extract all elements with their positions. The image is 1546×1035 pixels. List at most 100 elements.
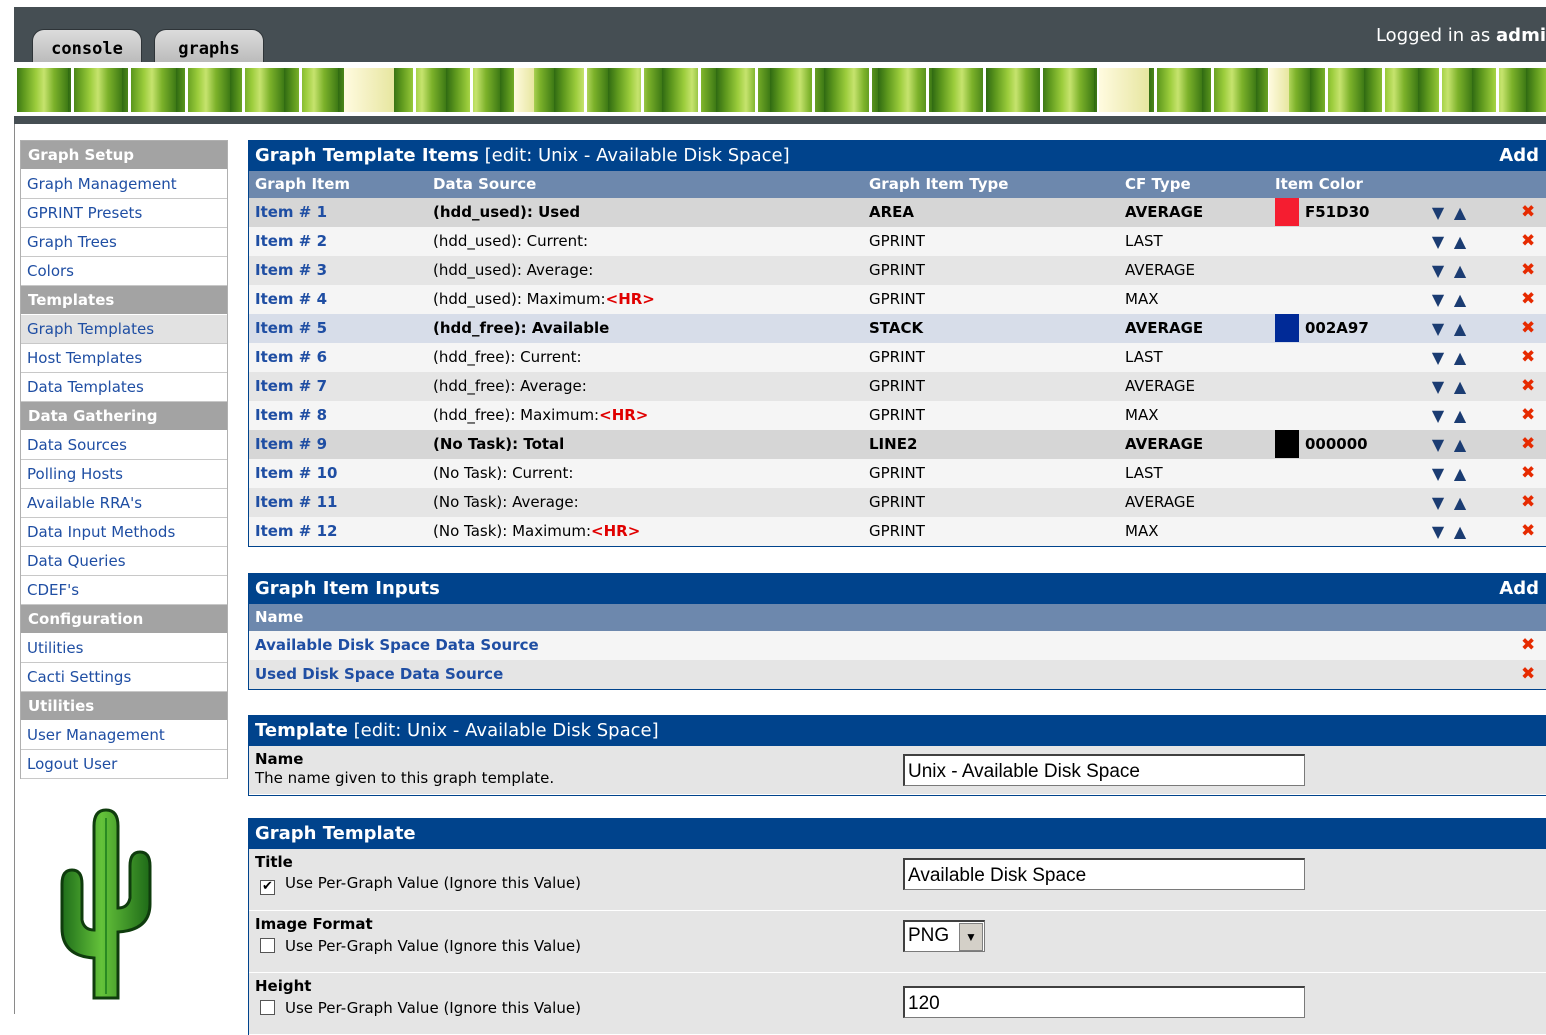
item-link[interactable]: Item # 3 [255, 256, 327, 285]
sidebar-item-available-rra-s[interactable]: Available RRA's [21, 489, 227, 518]
sidebar-item-graph-trees[interactable]: Graph Trees [21, 228, 227, 257]
arrow-down-icon[interactable]: ▼ [1427, 430, 1449, 459]
data-source-cell: (hdd_used): Used [433, 198, 580, 227]
tab-graphs[interactable]: graphs [154, 29, 264, 65]
arrow-down-icon[interactable]: ▼ [1427, 459, 1449, 488]
sidebar-item-data-templates[interactable]: Data Templates [21, 373, 227, 402]
input-link[interactable]: Available Disk Space Data Source [255, 636, 539, 654]
arrow-down-icon[interactable]: ▼ [1427, 256, 1449, 285]
delete-x-icon[interactable]: ✖ [1521, 227, 1535, 256]
per-graph-checkbox[interactable]: ✔ [260, 880, 275, 895]
sidebar-item-cacti-settings[interactable]: Cacti Settings [21, 663, 227, 692]
item-link[interactable]: Item # 10 [255, 459, 337, 488]
color-hex: 000000 [1305, 435, 1368, 453]
arrow-up-icon[interactable]: ▲ [1449, 314, 1471, 343]
item-link[interactable]: Item # 2 [255, 227, 327, 256]
arrow-down-icon[interactable]: ▼ [1427, 198, 1449, 227]
item-link[interactable]: Item # 11 [255, 488, 337, 517]
arrow-up-icon[interactable]: ▲ [1449, 401, 1471, 430]
delete-x-icon[interactable]: ✖ [1521, 660, 1535, 689]
cf-type-cell: AVERAGE [1125, 319, 1204, 337]
delete-x-icon[interactable]: ✖ [1521, 430, 1535, 459]
table-row: Item # 8 (hdd_free): Maximum:<HR> GPRINT MA… [249, 401, 1546, 430]
add-input-link[interactable]: Add [1499, 574, 1539, 604]
sidebar-section-data-gathering: Data Gathering [21, 402, 227, 431]
sidebar-item-polling-hosts[interactable]: Polling Hosts [21, 460, 227, 489]
arrow-up-icon[interactable]: ▲ [1449, 459, 1471, 488]
arrow-up-icon[interactable]: ▲ [1449, 285, 1471, 314]
sidebar-item-graph-management[interactable]: Graph Management [21, 170, 227, 199]
arrow-up-icon[interactable]: ▲ [1449, 256, 1471, 285]
item-link[interactable]: Item # 6 [255, 343, 327, 372]
input-link[interactable]: Used Disk Space Data Source [255, 665, 503, 683]
panel-subtitle: [edit: Unix - Available Disk Space] [353, 720, 659, 741]
field-input[interactable]: 120 [903, 986, 1305, 1018]
sidebar-item-cdef-s[interactable]: CDEF's [21, 576, 227, 605]
item-link[interactable]: Item # 1 [255, 198, 327, 227]
delete-x-icon[interactable]: ✖ [1521, 517, 1535, 546]
template-name-input[interactable]: Unix - Available Disk Space [903, 754, 1305, 786]
field-input[interactable]: Available Disk Space [903, 858, 1305, 890]
sidebar-item-data-queries[interactable]: Data Queries [21, 547, 227, 576]
cf-type-cell: MAX [1125, 522, 1159, 540]
delete-x-icon[interactable]: ✖ [1521, 401, 1535, 430]
delete-x-icon[interactable]: ✖ [1521, 372, 1535, 401]
sidebar-item-gprint-presets[interactable]: GPRINT Presets [21, 199, 227, 228]
per-graph-checkbox[interactable] [260, 938, 275, 953]
data-source-text: (No Task): Average: [433, 493, 579, 511]
sidebar-item-data-sources[interactable]: Data Sources [21, 431, 227, 460]
delete-x-icon[interactable]: ✖ [1521, 459, 1535, 488]
data-source-text: (hdd_free): Average: [433, 377, 587, 395]
arrow-down-icon[interactable]: ▼ [1427, 343, 1449, 372]
delete-x-icon[interactable]: ✖ [1521, 343, 1535, 372]
sidebar-item-utilities[interactable]: Utilities [21, 634, 227, 663]
delete-x-icon[interactable]: ✖ [1521, 256, 1535, 285]
arrow-down-icon[interactable]: ▼ [1427, 401, 1449, 430]
add-item-link[interactable]: Add [1499, 141, 1539, 171]
delete-x-icon[interactable]: ✖ [1521, 198, 1535, 227]
template-panel: Template [edit: Unix - Available Disk Sp… [248, 715, 1546, 796]
arrow-down-icon[interactable]: ▼ [1427, 517, 1449, 546]
item-link[interactable]: Item # 5 [255, 314, 327, 343]
sidebar-item-host-templates[interactable]: Host Templates [21, 344, 227, 373]
chevron-down-icon[interactable]: ▼ [959, 923, 983, 951]
item-link[interactable]: Item # 7 [255, 372, 327, 401]
item-link[interactable]: Item # 12 [255, 517, 337, 546]
graph-template-fields: Title ✔ Use Per-Graph Value (Ignore this V… [249, 849, 1546, 1035]
delete-x-icon[interactable]: ✖ [1521, 285, 1535, 314]
inputs-column-header: Name [249, 604, 1546, 631]
item-link[interactable]: Item # 4 [255, 285, 327, 314]
delete-x-icon[interactable]: ✖ [1521, 631, 1535, 660]
item-link[interactable]: Item # 8 [255, 401, 327, 430]
arrow-down-icon[interactable]: ▼ [1427, 372, 1449, 401]
arrow-up-icon[interactable]: ▲ [1449, 517, 1471, 546]
cf-type-cell: LAST [1125, 348, 1163, 366]
arrow-down-icon[interactable]: ▼ [1427, 314, 1449, 343]
per-graph-option: ✔ Use Per-Graph Value (Ignore this Value) [260, 874, 581, 895]
arrow-up-icon[interactable]: ▲ [1449, 430, 1471, 459]
arrow-down-icon[interactable]: ▼ [1427, 227, 1449, 256]
arrow-up-icon[interactable]: ▲ [1449, 488, 1471, 517]
sidebar-item-colors[interactable]: Colors [21, 257, 227, 286]
arrow-up-icon[interactable]: ▲ [1449, 372, 1471, 401]
arrow-up-icon[interactable]: ▲ [1449, 227, 1471, 256]
arrow-down-icon[interactable]: ▼ [1427, 488, 1449, 517]
sidebar-item-data-input-methods[interactable]: Data Input Methods [21, 518, 227, 547]
per-graph-checkbox[interactable] [260, 1000, 275, 1015]
color-hex: F51D30 [1305, 203, 1370, 221]
item-link[interactable]: Item # 9 [255, 430, 327, 459]
tab-console[interactable]: console [32, 29, 142, 65]
banner-highlight [514, 68, 534, 112]
sidebar-item-graph-templates[interactable]: Graph Templates [21, 315, 227, 344]
delete-x-icon[interactable]: ✖ [1521, 488, 1535, 517]
sidebar-item-user-management[interactable]: User Management [21, 721, 227, 750]
image-format-select[interactable]: PNG ▼ [903, 920, 985, 952]
arrow-down-icon[interactable]: ▼ [1427, 285, 1449, 314]
arrow-up-icon[interactable]: ▲ [1449, 198, 1471, 227]
field-label: Image Format [255, 915, 373, 933]
banner-highlight [1099, 68, 1149, 112]
items-rows: Item # 1 (hdd_used): Used AREA AVERAGE F51D3… [249, 198, 1546, 546]
arrow-up-icon[interactable]: ▲ [1449, 343, 1471, 372]
sidebar-item-logout-user[interactable]: Logout User [21, 750, 227, 779]
delete-x-icon[interactable]: ✖ [1521, 314, 1535, 343]
